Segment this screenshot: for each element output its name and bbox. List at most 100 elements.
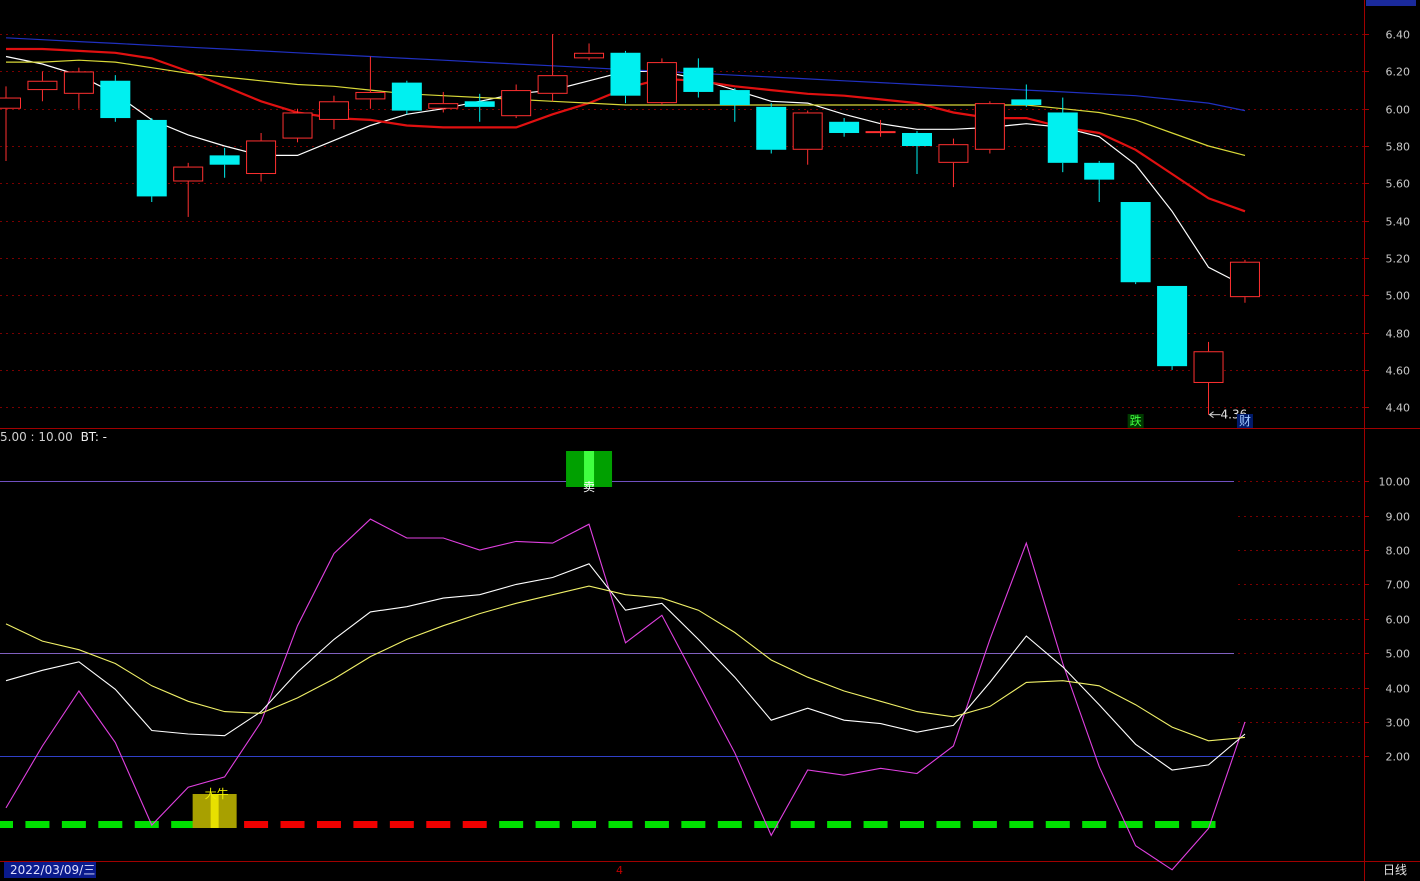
- candle-body: [501, 90, 532, 117]
- signal-segment: [280, 821, 305, 828]
- chart-canvas[interactable]: 4.36跌财 6.406.206.005.805.605.405.205.004…: [0, 0, 1420, 881]
- candle-body: [100, 80, 131, 119]
- candle-body: [246, 140, 277, 175]
- price-tick-label: 5.20: [1386, 253, 1411, 266]
- candle-body: [974, 103, 1005, 150]
- candle-body: [1011, 99, 1042, 106]
- indicator-params: 5.00 : 10.00: [0, 430, 73, 444]
- signal-segment: [0, 821, 13, 828]
- signal-segment: [1155, 821, 1180, 828]
- signal-segment: [25, 821, 50, 828]
- indicator-grid: [0, 481, 1364, 757]
- signal-segment: [171, 821, 196, 828]
- signal-segment: [717, 821, 742, 828]
- ind-tick-label: 9.00: [1386, 511, 1411, 524]
- ind-tick-label: 10.00: [1379, 476, 1411, 489]
- sell-label: 卖: [583, 480, 595, 494]
- candle-body: [719, 90, 750, 106]
- signal-segment: [863, 821, 888, 828]
- indicator-line: [5, 518, 1246, 871]
- signal-segment: [316, 821, 341, 828]
- candle-body: [792, 112, 823, 150]
- signal-segment: [972, 821, 997, 828]
- candle-body: [391, 82, 422, 111]
- signal-segment: [535, 821, 560, 828]
- indicator-bt: BT: -: [80, 430, 108, 444]
- indicator-title: 5.00 : 10.00 BT: -: [0, 430, 107, 444]
- candle-body: [1084, 162, 1115, 180]
- tag-cai: 财: [1239, 414, 1251, 428]
- candle-body: [27, 80, 58, 91]
- candle-body: [537, 75, 568, 94]
- candle-body: [1193, 351, 1224, 383]
- candle-body: [829, 121, 860, 133]
- signal-segment: [1191, 821, 1216, 828]
- price-tick-label: 5.00: [1386, 290, 1411, 303]
- candle-body: [865, 131, 896, 134]
- signal-segment: [499, 821, 524, 828]
- candle-body: [355, 91, 386, 100]
- price-axis: 6.40 6.20 6.00 5.80 5.60 5.40 5.20 5.00 4.80 4.60…: [1364, 29, 1410, 415]
- signal-segment: [1045, 821, 1070, 828]
- candle-body: [1157, 285, 1188, 367]
- signal-segment: [900, 821, 924, 828]
- signal-segment: [389, 821, 414, 828]
- candle-body: [209, 155, 240, 165]
- signal-segment: [608, 821, 633, 828]
- signal-segment: [1118, 821, 1143, 828]
- indicator-axis: 10.00 9.00 8.00 7.00 6.00 5.00 4.00 3.00 2.00: [1364, 476, 1410, 764]
- candle-body: [610, 52, 641, 96]
- candle-body: [902, 132, 932, 147]
- ind-tick-label: 8.00: [1386, 545, 1411, 558]
- price-tick-label: 5.60: [1386, 178, 1411, 191]
- ind-tick-label: 5.00: [1386, 648, 1411, 661]
- price-tick-label: 4.60: [1386, 365, 1411, 378]
- candle-body: [1229, 261, 1260, 298]
- candle-body: [683, 67, 714, 92]
- candle-body: [318, 101, 349, 120]
- signal-segment: [1009, 821, 1034, 828]
- tag-die: 跌: [1130, 413, 1142, 428]
- candle-body: [756, 106, 787, 150]
- signal-segment: [61, 821, 86, 828]
- candle-body: [173, 166, 204, 182]
- candle-body: [938, 144, 969, 163]
- signal-segment: [790, 821, 815, 828]
- date-box[interactable]: 2022/03/09/三: [4, 862, 96, 878]
- signal-segment: [936, 821, 961, 828]
- candle-body: [646, 62, 677, 104]
- signal-segment: [244, 821, 269, 828]
- signal-segment: [1082, 821, 1107, 828]
- signal-segment: [644, 821, 669, 828]
- price-tick-label: 4.80: [1386, 328, 1411, 341]
- candle-body: [428, 103, 459, 109]
- ind-tick-label: 7.00: [1386, 579, 1411, 592]
- price-tick-label: 6.00: [1386, 104, 1411, 117]
- price-tick-label: 6.20: [1386, 66, 1411, 79]
- ind-tick-label: 2.00: [1386, 751, 1411, 764]
- chart-frame: [0, 0, 1420, 881]
- price-tick-label: 5.80: [1386, 141, 1411, 154]
- signal-segment: [681, 821, 706, 828]
- candle-body: [63, 71, 94, 94]
- signal-segment: [462, 821, 487, 828]
- price-tick-label: 5.40: [1386, 216, 1411, 229]
- cursor-label: 4: [616, 864, 623, 877]
- ind-tick-label: 4.00: [1386, 683, 1411, 696]
- candle-body: [1047, 112, 1078, 163]
- candle-body: [574, 52, 605, 59]
- signal-segment: [98, 821, 123, 828]
- candle-body: [1120, 202, 1151, 283]
- price-tick-label: 4.40: [1386, 402, 1411, 415]
- price-annotations: 4.36跌财: [1127, 408, 1253, 428]
- bull-label: 大牛: [205, 786, 229, 801]
- period-selector[interactable]: 日线: [1372, 862, 1418, 878]
- signal-segment: [426, 821, 451, 828]
- indicator-lines: [5, 518, 1246, 871]
- candlesticks: [0, 34, 1260, 415]
- ind-tick-label: 6.00: [1386, 614, 1411, 627]
- signal-segment: [827, 821, 852, 828]
- ind-tick-label: 3.00: [1386, 717, 1411, 730]
- candle-body: [282, 112, 313, 139]
- candle-body: [136, 119, 167, 197]
